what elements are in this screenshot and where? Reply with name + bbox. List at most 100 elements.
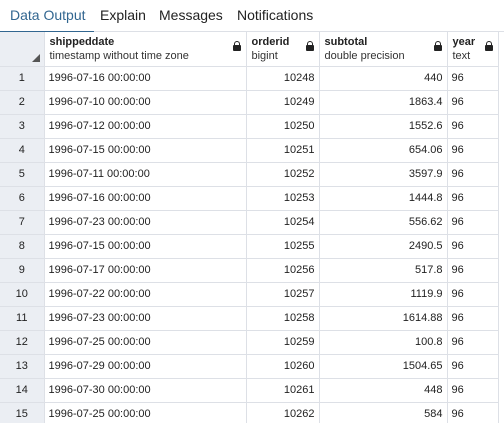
table-row[interactable]: 3 1996-07-12 00:00:00 10250 1552.6 96 (0, 114, 499, 139)
cell-shippeddate[interactable]: 1996-07-15 00:00:00 (44, 138, 247, 163)
cell-orderid[interactable]: 10254 (246, 210, 320, 235)
table-row[interactable]: 15 1996-07-25 00:00:00 10262 584 96 (0, 402, 499, 423)
table-row[interactable]: 14 1996-07-30 00:00:00 10261 448 96 (0, 378, 499, 403)
cell-orderid[interactable]: 10251 (246, 138, 320, 163)
cell-year[interactable]: 96 (447, 114, 499, 139)
column-header-subtotal[interactable]: subtotal double precision (319, 32, 448, 67)
column-header-year[interactable]: year text (447, 32, 499, 67)
row-number[interactable]: 3 (0, 114, 45, 139)
cell-year[interactable]: 96 (447, 210, 499, 235)
row-number[interactable]: 5 (0, 162, 45, 187)
cell-shippeddate[interactable]: 1996-07-16 00:00:00 (44, 66, 247, 91)
table-row[interactable]: 12 1996-07-25 00:00:00 10259 100.8 96 (0, 330, 499, 355)
table-row[interactable]: 11 1996-07-23 00:00:00 10258 1614.88 96 (0, 306, 499, 331)
cell-orderid[interactable]: 10262 (246, 402, 320, 423)
cell-year[interactable]: 96 (447, 354, 499, 379)
tab-explain[interactable]: Explain (100, 0, 146, 32)
cell-orderid[interactable]: 10256 (246, 258, 320, 283)
table-row[interactable]: 10 1996-07-22 00:00:00 10257 1119.9 96 (0, 282, 499, 307)
table-row[interactable]: 2 1996-07-10 00:00:00 10249 1863.4 96 (0, 90, 499, 115)
cell-subtotal[interactable]: 1552.6 (319, 114, 448, 139)
cell-year[interactable]: 96 (447, 282, 499, 307)
cell-subtotal[interactable]: 584 (319, 402, 448, 423)
cell-year[interactable]: 96 (447, 138, 499, 163)
cell-subtotal[interactable]: 440 (319, 66, 448, 91)
cell-orderid[interactable]: 10258 (246, 306, 320, 331)
cell-subtotal[interactable]: 448 (319, 378, 448, 403)
cell-year[interactable]: 96 (447, 330, 499, 355)
cell-subtotal[interactable]: 556.62 (319, 210, 448, 235)
row-number[interactable]: 11 (0, 306, 45, 331)
cell-orderid[interactable]: 10253 (246, 186, 320, 211)
cell-orderid[interactable]: 10257 (246, 282, 320, 307)
cell-shippeddate[interactable]: 1996-07-25 00:00:00 (44, 330, 247, 355)
row-number[interactable]: 8 (0, 234, 45, 259)
cell-year[interactable]: 96 (447, 378, 499, 403)
cell-shippeddate[interactable]: 1996-07-16 00:00:00 (44, 186, 247, 211)
cell-orderid[interactable]: 10250 (246, 114, 320, 139)
row-number[interactable]: 14 (0, 378, 45, 403)
cell-year[interactable]: 96 (447, 162, 499, 187)
tab-messages[interactable]: Messages (159, 0, 223, 32)
cell-shippeddate[interactable]: 1996-07-29 00:00:00 (44, 354, 247, 379)
cell-shippeddate[interactable]: 1996-07-23 00:00:00 (44, 210, 247, 235)
cell-subtotal[interactable]: 1504.65 (319, 354, 448, 379)
row-number[interactable]: 2 (0, 90, 45, 115)
row-number[interactable]: 15 (0, 402, 45, 423)
column-header-shippeddate[interactable]: shippeddate timestamp without time zone (44, 32, 247, 67)
cell-year[interactable]: 96 (447, 234, 499, 259)
row-number[interactable]: 12 (0, 330, 45, 355)
cell-subtotal[interactable]: 1444.8 (319, 186, 448, 211)
cell-year[interactable]: 96 (447, 186, 499, 211)
cell-shippeddate[interactable]: 1996-07-30 00:00:00 (44, 378, 247, 403)
select-all-cell[interactable] (0, 32, 45, 67)
cell-shippeddate[interactable]: 1996-07-10 00:00:00 (44, 90, 247, 115)
column-header-orderid[interactable]: orderid bigint (246, 32, 320, 67)
tab-data-output[interactable]: Data Output (0, 0, 93, 33)
row-number[interactable]: 9 (0, 258, 45, 283)
cell-shippeddate[interactable]: 1996-07-11 00:00:00 (44, 162, 247, 187)
tab-notifications[interactable]: Notifications (237, 0, 313, 32)
cell-orderid[interactable]: 10260 (246, 354, 320, 379)
cell-shippeddate[interactable]: 1996-07-25 00:00:00 (44, 402, 247, 423)
cell-shippeddate[interactable]: 1996-07-15 00:00:00 (44, 234, 247, 259)
cell-year[interactable]: 96 (447, 90, 499, 115)
cell-orderid[interactable]: 10252 (246, 162, 320, 187)
table-row[interactable]: 7 1996-07-23 00:00:00 10254 556.62 96 (0, 210, 499, 235)
cell-year[interactable]: 96 (447, 402, 499, 423)
cell-orderid[interactable]: 10255 (246, 234, 320, 259)
cell-orderid[interactable]: 10261 (246, 378, 320, 403)
cell-year[interactable]: 96 (447, 306, 499, 331)
cell-shippeddate[interactable]: 1996-07-12 00:00:00 (44, 114, 247, 139)
cell-orderid[interactable]: 10249 (246, 90, 320, 115)
table-row[interactable]: 9 1996-07-17 00:00:00 10256 517.8 96 (0, 258, 499, 283)
cell-orderid[interactable]: 10248 (246, 66, 320, 91)
cell-subtotal[interactable]: 517.8 (319, 258, 448, 283)
table-row[interactable]: 1 1996-07-16 00:00:00 10248 440 96 (0, 66, 499, 91)
cell-year[interactable]: 96 (447, 258, 499, 283)
table-row[interactable]: 6 1996-07-16 00:00:00 10253 1444.8 96 (0, 186, 499, 211)
table-row[interactable]: 4 1996-07-15 00:00:00 10251 654.06 96 (0, 138, 499, 163)
row-number[interactable]: 7 (0, 210, 45, 235)
cell-subtotal[interactable]: 2490.5 (319, 234, 448, 259)
table-row[interactable]: 13 1996-07-29 00:00:00 10260 1504.65 96 (0, 354, 499, 379)
cell-subtotal[interactable]: 1614.88 (319, 306, 448, 331)
table-row[interactable]: 5 1996-07-11 00:00:00 10252 3597.9 96 (0, 162, 499, 187)
table-row[interactable]: 8 1996-07-15 00:00:00 10255 2490.5 96 (0, 234, 499, 259)
row-number[interactable]: 13 (0, 354, 45, 379)
cell-subtotal[interactable]: 1863.4 (319, 90, 448, 115)
cell-subtotal[interactable]: 100.8 (319, 330, 448, 355)
cell-shippeddate[interactable]: 1996-07-22 00:00:00 (44, 282, 247, 307)
column-type: bigint (251, 50, 278, 62)
cell-subtotal[interactable]: 3597.9 (319, 162, 448, 187)
row-number[interactable]: 1 (0, 66, 45, 91)
cell-subtotal[interactable]: 654.06 (319, 138, 448, 163)
row-number[interactable]: 10 (0, 282, 45, 307)
cell-year[interactable]: 96 (447, 66, 499, 91)
row-number[interactable]: 4 (0, 138, 45, 163)
cell-shippeddate[interactable]: 1996-07-17 00:00:00 (44, 258, 247, 283)
row-number[interactable]: 6 (0, 186, 45, 211)
cell-orderid[interactable]: 10259 (246, 330, 320, 355)
cell-shippeddate[interactable]: 1996-07-23 00:00:00 (44, 306, 247, 331)
cell-subtotal[interactable]: 1119.9 (319, 282, 448, 307)
